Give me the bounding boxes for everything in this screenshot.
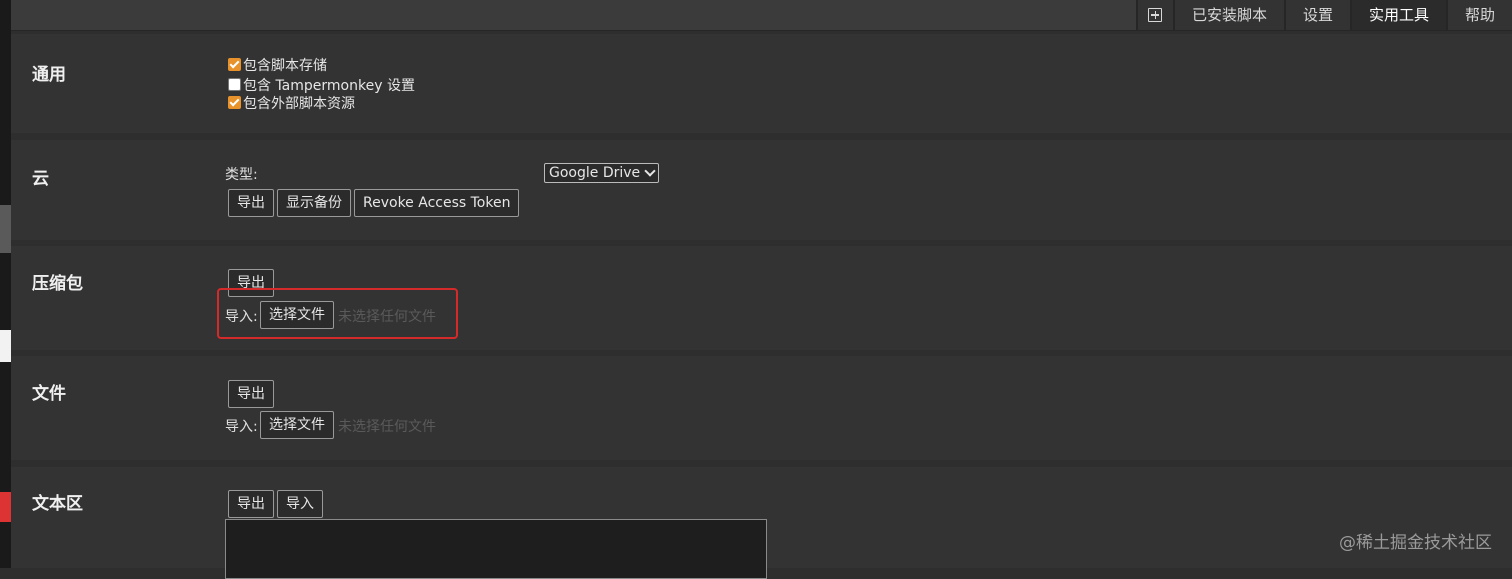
file-export-button[interactable]: 导出 <box>228 380 274 408</box>
select-value: Google Drive <box>549 165 641 181</box>
plus-square-icon <box>1148 8 1163 22</box>
section-title: 通用 <box>32 65 66 85</box>
section-title: 云 <box>32 169 49 189</box>
checkbox-unchecked[interactable] <box>228 78 241 91</box>
checkbox-label: 包含脚本存储 <box>243 57 327 74</box>
highlight-box <box>217 288 458 339</box>
file-no-file-text: 未选择任何文件 <box>338 419 436 435</box>
watermark-text: @稀土掘金技术社区 <box>1339 533 1492 553</box>
left-edge-block <box>0 330 11 362</box>
option-include-external-resources[interactable]: 包含外部脚本资源 <box>228 93 355 112</box>
option-include-script-storage[interactable]: 包含脚本存储 <box>228 55 327 74</box>
checkbox-label: 包含 Tampermonkey 设置 <box>243 77 415 94</box>
textarea-export-button[interactable]: 导出 <box>228 490 274 518</box>
tab-installed-scripts[interactable]: 已安装脚本 <box>1172 0 1284 30</box>
textarea-import-button[interactable]: 导入 <box>277 490 323 518</box>
revoke-access-token-button[interactable]: Revoke Access Token <box>354 189 520 217</box>
top-tab-bar: 已安装脚本 设置 实用工具 帮助 <box>11 0 1512 31</box>
section-file: 文件 <box>11 356 1512 460</box>
checkbox-checked[interactable] <box>228 96 241 109</box>
checkbox-checked[interactable] <box>228 58 241 71</box>
cloud-type-label: 类型: <box>225 167 258 183</box>
checkbox-label: 包含外部脚本资源 <box>243 95 355 112</box>
chevron-down-icon <box>644 165 656 177</box>
left-edge-block <box>0 205 11 253</box>
tab-list: 已安装脚本 设置 实用工具 帮助 <box>1135 0 1512 30</box>
left-edge-block <box>0 492 11 522</box>
section-title: 文本区 <box>32 494 83 514</box>
tab-help[interactable]: 帮助 <box>1445 0 1512 30</box>
option-include-tampermonkey-settings[interactable]: 包含 Tampermonkey 设置 <box>228 75 415 94</box>
tab-utilities[interactable]: 实用工具 <box>1349 0 1446 30</box>
file-choose-file-button[interactable]: 选择文件 <box>260 411 334 439</box>
import-export-textarea[interactable] <box>225 519 767 579</box>
left-edge-strip <box>0 0 11 568</box>
file-import-label: 导入: <box>225 419 258 435</box>
tab-new-script[interactable] <box>1135 0 1173 30</box>
cloud-export-button[interactable]: 导出 <box>228 189 274 217</box>
tab-settings[interactable]: 设置 <box>1283 0 1350 30</box>
show-backup-button[interactable]: 显示备份 <box>277 189 351 217</box>
section-title: 压缩包 <box>32 274 83 294</box>
cloud-type-select[interactable]: Google Drive <box>544 163 660 183</box>
section-title: 文件 <box>32 384 66 404</box>
